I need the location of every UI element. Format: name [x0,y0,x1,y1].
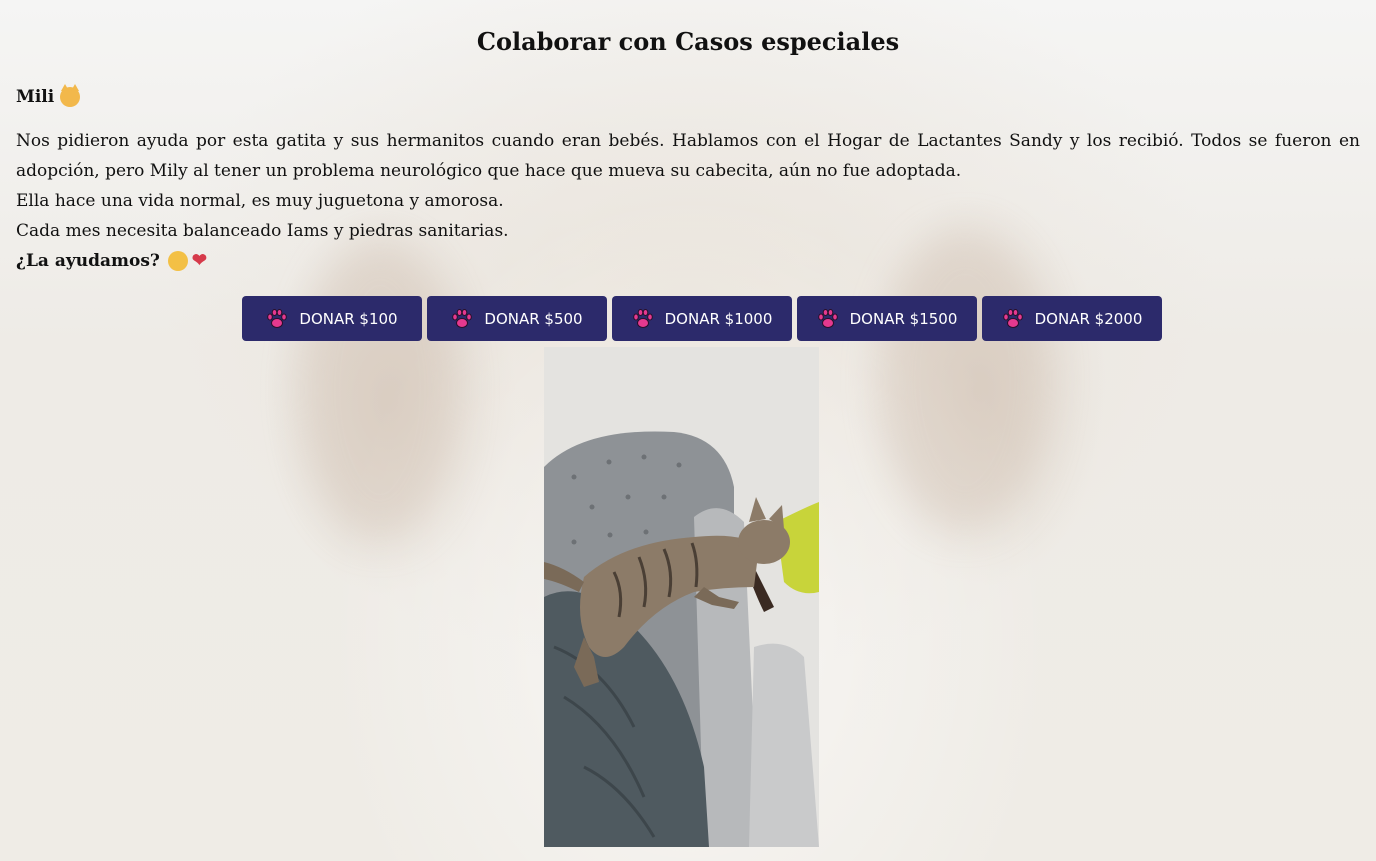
main-content: Colaborar con Casos especiales Mili Nos … [0,0,1376,341]
paw-icon [1002,308,1023,328]
donate-2000-button[interactable]: DONAR $2000 [981,296,1162,341]
donate-button-label: DONAR $100 [299,309,398,328]
paw-icon [632,308,653,328]
case-title: Mili [16,84,1360,108]
paw-icon [817,308,838,328]
paw-icon [452,308,473,328]
donate-buttons: DONAR $100 DONAR $500 DONAR $1000 DONAR … [16,296,1360,341]
question-text: ¿La ayudamos? [16,251,160,271]
cat-on-sofa-image [544,347,819,847]
page-title: Colaborar con Casos especiales [476,27,900,56]
heart-icon: ❤ [191,250,207,271]
donate-1500-button[interactable]: DONAR $1500 [796,296,977,341]
donate-button-label: DONAR $2000 [1034,309,1143,328]
donate-button-label: DONAR $1500 [849,309,958,328]
case-description: Nos pidieron ayuda por esta gatita y sus… [16,126,1360,276]
donate-500-button[interactable]: DONAR $500 [426,296,607,341]
raising-hands-icon [167,251,188,271]
donate-100-button[interactable]: DONAR $100 [241,296,422,341]
paw-icon [267,308,288,328]
donate-button-label: DONAR $500 [484,309,583,328]
call-to-action: ¿La ayudamos? ❤ [16,246,1360,276]
donate-1000-button[interactable]: DONAR $1000 [611,296,792,341]
cat-face-icon [60,84,81,107]
description-paragraph: Nos pidieron ayuda por esta gatita y sus… [16,131,1360,181]
donate-button-label: DONAR $1000 [664,309,773,328]
case-name: Mili [16,87,55,107]
description-paragraph: Ella hace una vida normal, es muy juguet… [16,191,504,211]
cat-photo [544,347,819,847]
description-paragraph: Cada mes necesita balanceado Iams y pied… [16,221,509,241]
